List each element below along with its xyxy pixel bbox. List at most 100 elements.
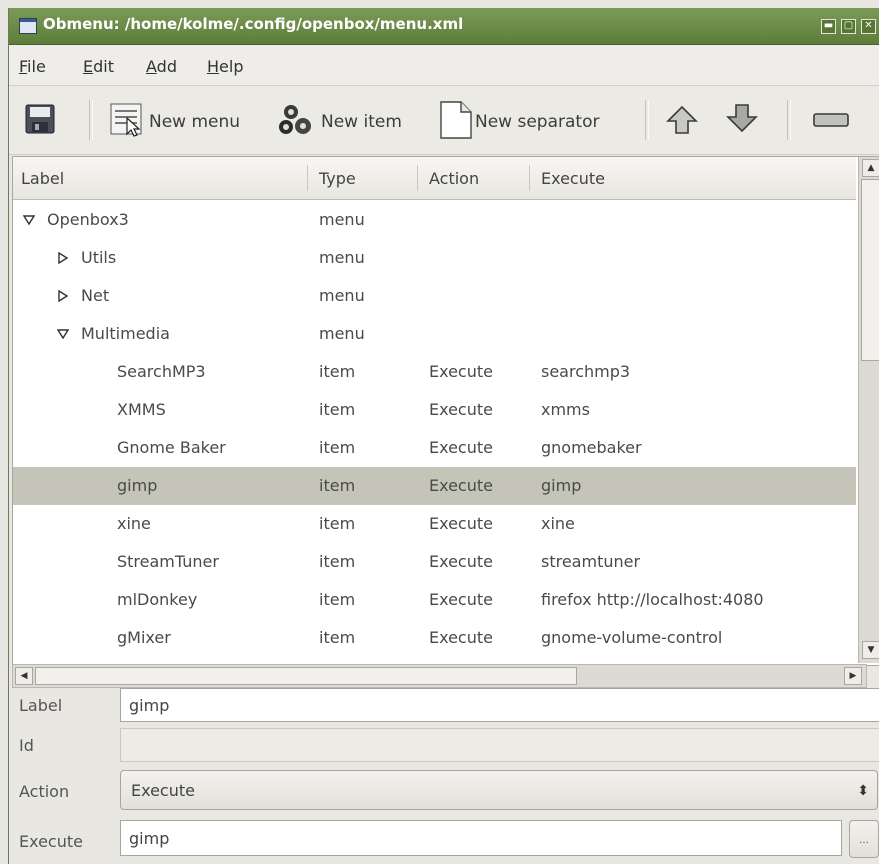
column-divider	[307, 165, 308, 191]
expanded-triangle-icon[interactable]	[23, 214, 35, 226]
tree-row[interactable]: Gnome Baker item Execute gnomebaker	[13, 429, 856, 467]
cell-execute: xmms	[541, 400, 590, 419]
cell-label: StreamTuner	[117, 552, 219, 571]
cell-label: Net	[81, 286, 110, 305]
cell-type: menu	[319, 248, 365, 267]
maximize-button[interactable]: ▢	[841, 19, 856, 34]
tree-header: Label Type Action Execute	[13, 157, 856, 200]
tree-row[interactable]: Multimedia menu	[13, 315, 856, 353]
column-header-action[interactable]: Action	[429, 169, 479, 188]
column-divider	[417, 165, 418, 191]
new-menu-button[interactable]: New menu	[109, 100, 259, 140]
remove-icon	[813, 113, 849, 127]
collapsed-triangle-icon[interactable]	[57, 290, 69, 302]
label-caption: Label	[19, 696, 63, 715]
cell-action: Execute	[429, 362, 493, 381]
tree-row[interactable]: XMMS item Execute xmms	[13, 391, 856, 429]
tree-row[interactable]: Utils menu	[13, 239, 856, 277]
tree-row[interactable]: xine item Execute xine	[13, 505, 856, 543]
new-separator-label: New separator	[475, 112, 600, 132]
column-header-label[interactable]: Label	[21, 169, 64, 188]
cell-type: item	[319, 400, 356, 419]
arrow-down-icon	[726, 104, 758, 133]
horizontal-scroll-thumb[interactable]	[35, 667, 577, 685]
cell-label: xine	[117, 514, 151, 533]
new-item-button[interactable]: New item	[277, 100, 425, 140]
tree-row[interactable]: SearchMP3 item Execute searchmp3	[13, 353, 856, 391]
execute-caption: Execute	[19, 832, 83, 851]
horizontal-scrollbar[interactable]: ◀ ▶	[12, 664, 867, 688]
tree-row[interactable]: mlDonkey item Execute firefox http://localh…	[13, 581, 856, 619]
menu-tree-view[interactable]: Label Type Action Execute Openbox3 menu Ut…	[12, 156, 879, 666]
toolbar-separator	[645, 100, 649, 140]
cell-type: item	[319, 628, 356, 647]
action-caption: Action	[19, 782, 70, 801]
expanded-triangle-icon[interactable]	[57, 328, 69, 340]
menu-file[interactable]: File	[19, 57, 46, 76]
cell-execute: searchmp3	[541, 362, 631, 381]
cell-label: mlDonkey	[117, 590, 198, 609]
save-button[interactable]	[23, 100, 57, 140]
menu-edit[interactable]: Edit	[83, 57, 114, 76]
cell-action: Execute	[429, 628, 493, 647]
scroll-down-arrow[interactable]: ▼	[862, 641, 879, 659]
cell-action: Execute	[429, 400, 493, 419]
blank-page-icon	[440, 101, 472, 139]
cell-execute: gimp	[541, 476, 582, 495]
id-input[interactable]	[120, 728, 879, 762]
scroll-up-arrow[interactable]: ▲	[862, 159, 879, 177]
toolbar: New menu New item New separator	[9, 86, 879, 155]
title-bar[interactable]: Obmenu: /home/kolme/.config/openbox/menu…	[9, 8, 879, 45]
column-divider	[529, 165, 530, 191]
cell-execute: firefox http://localhost:4080	[541, 590, 764, 609]
move-down-button[interactable]	[723, 100, 761, 140]
cell-label: Openbox3	[47, 210, 129, 229]
cell-type: item	[319, 476, 356, 495]
tree-row[interactable]: Net menu	[13, 277, 856, 315]
collapsed-triangle-icon[interactable]	[57, 252, 69, 264]
action-select[interactable]: Execute ⬍	[120, 770, 878, 810]
window-title: Obmenu: /home/kolme/.config/openbox/menu…	[43, 15, 464, 33]
cell-label: Multimedia	[81, 324, 170, 343]
menu-help[interactable]: Help	[207, 57, 243, 76]
move-up-button[interactable]	[663, 100, 701, 140]
obmenu-window: Obmenu: /home/kolme/.config/openbox/menu…	[8, 8, 879, 864]
menu-add[interactable]: Add	[146, 57, 177, 76]
browse-button[interactable]: ...	[849, 820, 879, 858]
vertical-scroll-thumb[interactable]	[861, 179, 879, 361]
new-separator-button[interactable]: New separator	[437, 100, 633, 140]
updown-arrows-icon: ⬍	[857, 783, 869, 799]
new-item-label: New item	[321, 112, 402, 132]
minimize-button[interactable]: ▬	[821, 19, 836, 34]
action-select-value: Execute	[131, 781, 195, 800]
toolbar-separator	[787, 100, 791, 140]
cell-type: menu	[319, 324, 365, 343]
cell-type: item	[319, 590, 356, 609]
toolbar-separator	[89, 100, 93, 140]
scroll-left-arrow[interactable]: ◀	[15, 667, 33, 685]
remove-button[interactable]	[809, 100, 853, 140]
cell-type: menu	[319, 286, 365, 305]
column-header-execute[interactable]: Execute	[541, 169, 605, 188]
label-input[interactable]: gimp	[120, 688, 879, 722]
close-button[interactable]: ✕	[861, 19, 876, 34]
execute-input[interactable]: gimp	[120, 820, 842, 856]
tree-row[interactable]: StreamTuner item Execute streamtuner	[13, 543, 856, 581]
tree-row[interactable]: gimp item Execute gimp	[13, 467, 856, 505]
scroll-right-arrow[interactable]: ▶	[844, 667, 862, 685]
tree-row[interactable]: gMixer item Execute gnome-volume-control	[13, 619, 856, 657]
id-caption: Id	[19, 736, 34, 755]
cell-action: Execute	[429, 514, 493, 533]
tree-row[interactable]: Openbox3 menu	[13, 201, 856, 239]
cell-action: Execute	[429, 476, 493, 495]
new-menu-label: New menu	[149, 112, 241, 132]
new-menu-icon	[110, 103, 142, 137]
cell-execute: streamtuner	[541, 552, 641, 571]
menu-bar: File Edit Add Help	[9, 45, 879, 86]
column-header-type[interactable]: Type	[319, 169, 356, 188]
window-icon	[19, 18, 37, 34]
cell-label: gimp	[117, 476, 158, 495]
vertical-scrollbar[interactable]: ▲ ▼	[858, 157, 879, 663]
cell-label: gMixer	[117, 628, 171, 647]
cell-type: menu	[319, 210, 365, 229]
